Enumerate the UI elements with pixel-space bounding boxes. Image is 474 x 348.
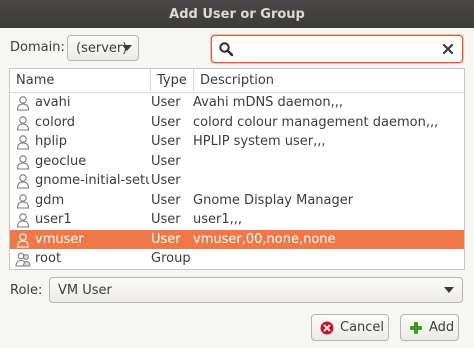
row-name: gdm xyxy=(35,192,65,208)
row-name: gnome-initial-setup xyxy=(35,173,149,188)
domain-label: Domain: xyxy=(10,40,65,55)
role-label: Role: xyxy=(10,283,43,298)
list-item[interactable]: hplip User HPLIP system user,,, xyxy=(10,132,464,152)
row-type: User xyxy=(151,153,181,169)
row-type: User xyxy=(151,134,181,149)
search-icon xyxy=(219,42,234,57)
domain-value: (server) xyxy=(76,40,128,56)
search-input[interactable] xyxy=(238,39,438,59)
cancel-button[interactable]: Cancel xyxy=(311,314,389,341)
user-icon xyxy=(15,95,31,111)
row-name: vmuser xyxy=(35,231,84,247)
row-description xyxy=(193,249,461,269)
add-button-label: Add xyxy=(429,320,455,335)
cancel-button-label: Cancel xyxy=(340,320,385,335)
chevron-down-icon xyxy=(122,45,132,51)
row-description: colord colour management daemon,,, xyxy=(193,114,439,130)
role-value: VM User xyxy=(58,282,112,298)
search-field[interactable] xyxy=(211,35,463,63)
user-icon xyxy=(15,212,31,228)
list-item[interactable]: geoclue User xyxy=(10,152,464,172)
column-header-type[interactable]: Type xyxy=(150,69,193,93)
row-name: root xyxy=(35,251,62,266)
row-name: avahi xyxy=(35,95,71,110)
user-icon xyxy=(15,115,31,131)
user-icon xyxy=(15,134,31,150)
row-description: vmuser,00,none,none xyxy=(193,231,336,247)
user-icon xyxy=(15,193,31,209)
add-user-or-group-dialog: Add User or Group Domain: (server) Name … xyxy=(0,0,474,348)
row-type: User xyxy=(151,95,181,110)
row-description: HPLIP system user,,, xyxy=(193,134,326,149)
cancel-icon xyxy=(320,321,334,334)
row-description: user1,,, xyxy=(193,212,243,227)
row-name: hplip xyxy=(35,134,67,149)
row-description xyxy=(193,152,461,172)
list-header: Name Type Description xyxy=(10,69,464,93)
row-name: geoclue xyxy=(35,153,87,169)
row-type: User xyxy=(151,173,181,188)
row-type: Group xyxy=(151,251,191,266)
window-title: Add User or Group xyxy=(169,6,305,22)
row-description: Avahi mDNS daemon,,, xyxy=(193,95,344,110)
group-icon xyxy=(15,251,31,267)
domain-dropdown[interactable]: (server) xyxy=(67,35,139,61)
list-item[interactable]: avahi User Avahi mDNS daemon,,, xyxy=(10,93,464,113)
add-button[interactable]: Add xyxy=(400,314,459,341)
list-item[interactable]: user1 User user1,,, xyxy=(10,210,464,230)
row-type: User xyxy=(151,114,181,130)
user-group-list[interactable]: Name Type Description avahi User Avahi mDN… xyxy=(9,68,465,270)
user-icon xyxy=(15,154,31,170)
role-dropdown[interactable]: VM User xyxy=(49,277,463,303)
row-description: Gnome Display Manager xyxy=(193,192,354,208)
user-icon xyxy=(15,173,31,189)
row-type: User xyxy=(151,212,181,227)
plus-icon xyxy=(410,321,422,334)
clear-icon[interactable] xyxy=(440,41,456,57)
column-header-name[interactable]: Name xyxy=(10,69,150,93)
row-type: User xyxy=(151,192,181,208)
list-item[interactable]: gnome-initial-setup User xyxy=(10,171,464,191)
list-item[interactable]: colord User colord colour management daemo… xyxy=(10,113,464,133)
row-description xyxy=(193,171,461,191)
user-icon xyxy=(15,232,31,248)
window-titlebar[interactable]: Add User or Group xyxy=(0,0,474,28)
row-name: colord xyxy=(35,114,76,130)
row-type: User xyxy=(151,231,181,247)
list-item[interactable]: root Group xyxy=(10,249,464,269)
row-name: user1 xyxy=(35,212,72,227)
list-item[interactable]: gdm User Gnome Display Manager xyxy=(10,191,464,211)
column-header-description[interactable]: Description xyxy=(193,69,464,93)
chevron-down-icon xyxy=(444,287,454,293)
list-item[interactable]: vmuser User vmuser,00,none,none xyxy=(10,229,464,249)
